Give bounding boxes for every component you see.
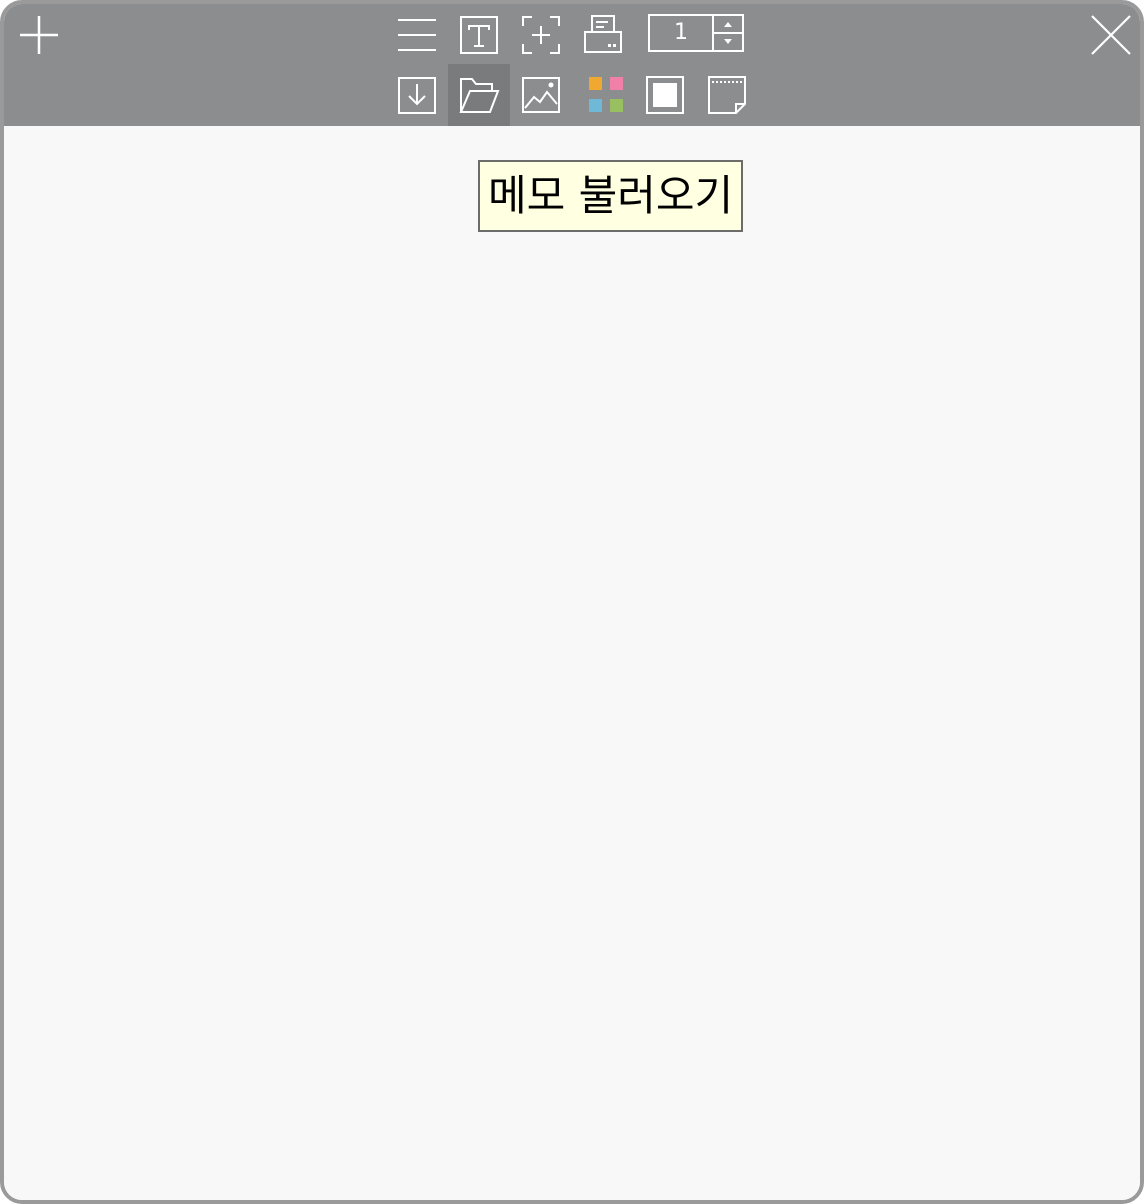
color-button[interactable]	[572, 64, 634, 126]
open-memo-button[interactable]	[448, 64, 510, 126]
triangle-down-icon	[724, 39, 732, 44]
close-button[interactable]	[1080, 4, 1140, 66]
color-palette-icon	[589, 77, 623, 112]
memo-window: 1 메모 불러오기	[0, 0, 1144, 1204]
memo-paper-icon	[708, 76, 746, 114]
tooltip: 메모 불러오기	[478, 160, 744, 232]
menu-button[interactable]	[386, 4, 448, 66]
toolbar: 1	[4, 4, 1140, 126]
image-icon	[522, 77, 560, 113]
close-icon	[1091, 15, 1131, 55]
text-icon	[460, 16, 498, 54]
menu-icon	[398, 19, 436, 51]
background-icon	[646, 76, 684, 114]
page-spinner[interactable]: 1	[648, 14, 744, 52]
new-memo-button[interactable]	[8, 4, 70, 66]
capture-icon	[522, 16, 560, 54]
print-icon	[584, 15, 622, 53]
spin-down-button[interactable]	[714, 34, 742, 50]
folder-open-icon	[459, 78, 500, 113]
page-value[interactable]: 1	[650, 16, 712, 50]
plus-icon	[20, 16, 58, 54]
memo-paper-button[interactable]	[696, 64, 758, 126]
save-icon	[398, 77, 436, 114]
memo-content-area[interactable]	[4, 126, 1140, 1200]
text-button[interactable]	[448, 4, 510, 66]
print-button[interactable]	[572, 4, 634, 66]
background-button[interactable]	[634, 64, 696, 126]
image-button[interactable]	[510, 64, 572, 126]
triangle-up-icon	[724, 22, 732, 27]
save-button[interactable]	[386, 64, 448, 126]
capture-button[interactable]	[510, 4, 572, 66]
spin-up-button[interactable]	[714, 16, 742, 32]
